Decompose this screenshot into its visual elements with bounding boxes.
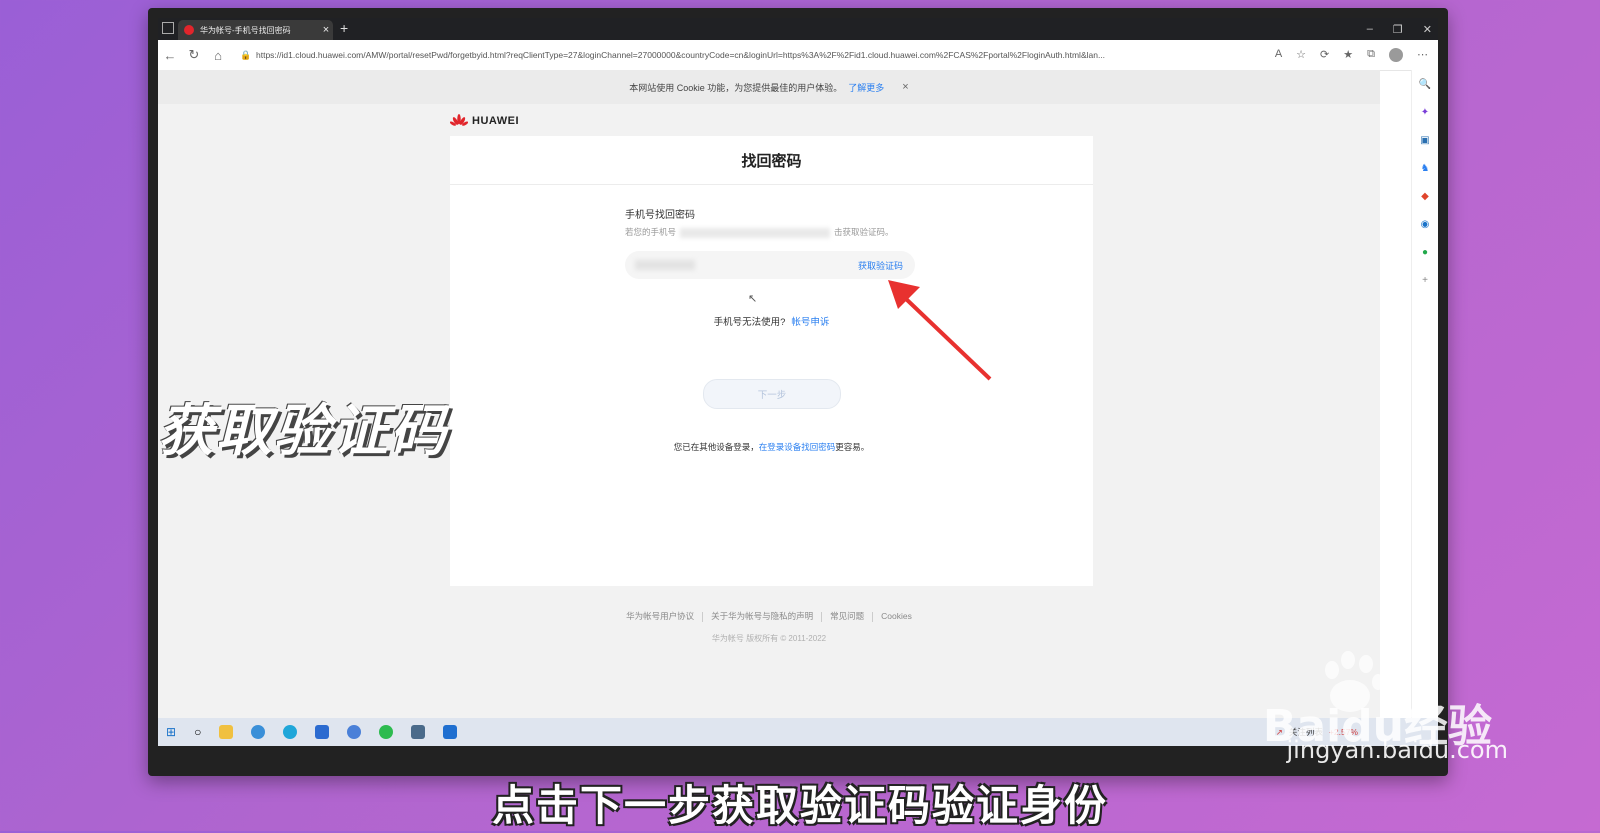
window-controls: – ❐ ✕ (1367, 18, 1432, 40)
red-arrow-annotation (888, 280, 992, 381)
divider (872, 611, 874, 622)
huawei-logo: HUAWEI (450, 114, 519, 128)
footer-link-faq[interactable]: 常见问题 (830, 611, 864, 621)
other-device-suffix: 更容易。 (835, 442, 870, 452)
taskbar: ⊞ ○ ↗ 关注列表 +2.57% (158, 718, 1438, 746)
screen: 华为帐号-手机号找回密码 × + – ❐ ✕ ← ↻ ⌂ 🔒 https://i… (158, 18, 1438, 746)
footer-link-privacy[interactable]: 关于华为帐号与隐私的声明 (711, 611, 813, 621)
tab-close-icon[interactable]: × (319, 24, 333, 36)
edge-sidebar: 🔍 ✦ ▣ ♞ ◆ ◉ ● + (1411, 70, 1438, 718)
toolbox-icon[interactable]: ▣ (1412, 126, 1438, 154)
section-description: 若您的手机号 击获取验证码。 (625, 226, 894, 238)
huawei-petal-icon (450, 114, 468, 126)
footer-links: 华为帐号用户协议 关于华为帐号与隐私的声明 常见问题 Cookies (158, 610, 1380, 622)
add-icon[interactable]: + (1412, 266, 1438, 294)
tab-active[interactable]: 华为帐号-手机号找回密码 × (178, 20, 333, 40)
search-icon[interactable]: 🔍 (1412, 70, 1438, 98)
more-icon[interactable]: ⋯ (1417, 48, 1428, 62)
tab-bar: 华为帐号-手机号找回密码 × + – ❐ ✕ (158, 18, 1438, 40)
taskbar-icons: ⊞ ○ (166, 725, 458, 739)
next-button[interactable]: 下一步 (703, 379, 841, 409)
other-device-prefix: 您已在其他设备登录， (673, 442, 759, 452)
image-app-icon[interactable] (411, 725, 426, 739)
lock-icon: 🔒 (240, 50, 252, 60)
back-icon[interactable]: ← (158, 48, 182, 63)
blurred-text (680, 227, 831, 238)
read-aloud-icon[interactable]: A (1275, 48, 1282, 62)
folder-icon[interactable] (219, 725, 234, 739)
cookie-close-icon[interactable]: × (902, 81, 908, 93)
tab-title: 华为帐号-手机号找回密码 (200, 25, 291, 35)
account-appeal-link[interactable]: 帐号申诉 (791, 317, 829, 328)
cookie-text: 本网站使用 Cookie 功能，为您提供最佳的用户体验。 (629, 82, 843, 93)
bird-app-icon[interactable] (315, 725, 330, 739)
footer-link-agreement[interactable]: 华为帐号用户协议 (626, 611, 694, 621)
search-taskbar-icon[interactable]: ○ (194, 725, 201, 739)
collections-icon[interactable]: ⧉ (1367, 48, 1375, 62)
close-window-icon[interactable]: ✕ (1423, 23, 1432, 36)
verification-code-input[interactable]: 获取验证码 (625, 251, 915, 279)
office-icon[interactable]: ◆ (1412, 182, 1438, 210)
search-app-icon[interactable] (251, 725, 266, 739)
blurred-phone (635, 260, 695, 270)
other-device-link[interactable]: 在登录设备找回密码 (759, 442, 836, 452)
games-icon[interactable]: ♞ (1412, 154, 1438, 182)
cookie-banner: 本网站使用 Cookie 功能，为您提供最佳的用户体验。 了解更多 × (158, 70, 1380, 104)
outlook-icon[interactable]: ◉ (1412, 210, 1438, 238)
huawei-favicon-icon (184, 25, 194, 35)
section-title: 手机号找回密码 (625, 210, 695, 221)
new-tab-button[interactable]: + (340, 20, 348, 36)
sparkle-icon[interactable]: ✦ (1412, 98, 1438, 126)
profile-avatar[interactable] (1389, 48, 1403, 62)
url-text: https://id1.cloud.huawei.com/AMW/portal/… (256, 50, 1106, 60)
cannot-use-text: 手机号无法使用? (713, 317, 786, 328)
sync-icon[interactable]: ⟳ (1320, 48, 1329, 62)
sync-app-icon[interactable] (347, 725, 362, 739)
photos-app-icon[interactable] (443, 725, 458, 739)
other-device-hint: 您已在其他设备登录，在登录设备找回密码更容易。 (450, 441, 1093, 453)
overlay-title: 获取验证码 (158, 399, 448, 464)
restore-icon[interactable]: ❐ (1393, 23, 1403, 36)
divider (821, 611, 823, 622)
tab-actions-icon[interactable] (162, 22, 174, 34)
desc-suffix: 击获取验证码。 (834, 227, 894, 237)
cookie-learn-more-link[interactable]: 了解更多 (848, 81, 884, 94)
watermark-url: jingyan.baidu.com (1286, 736, 1508, 764)
huawei-logo-text: HUAWEI (472, 115, 519, 127)
favorites-icon[interactable]: ★ (1343, 48, 1353, 62)
get-code-link[interactable]: 获取验证码 (858, 259, 903, 272)
minimize-icon[interactable]: – (1367, 23, 1373, 35)
favorite-add-icon[interactable]: ☆ (1296, 48, 1306, 62)
divider (702, 611, 704, 622)
page-title: 找回密码 (450, 136, 1093, 185)
windows-start-icon[interactable]: ⊞ (166, 725, 176, 739)
address-bar: ← ↻ ⌂ 🔒 https://id1.cloud.huawei.com/AMW… (158, 40, 1438, 71)
circle-app-icon[interactable]: ● (1412, 238, 1438, 266)
desc-prefix: 若您的手机号 (625, 227, 677, 237)
footer-link-cookies[interactable]: Cookies (881, 611, 912, 621)
copyright-text: 华为帐号 版权所有 © 2011-2022 (711, 634, 827, 643)
url-field[interactable]: 🔒 https://id1.cloud.huawei.com/AMW/porta… (236, 45, 1269, 65)
edge-browser-icon[interactable] (283, 725, 298, 739)
wechat-icon[interactable] (379, 725, 394, 739)
mouse-cursor-icon: ↖ (748, 293, 758, 305)
browser-tools: A ☆ ⟳ ★ ⧉ ⋯ (1275, 48, 1428, 62)
video-subtitle: 点击下一步获取验证码验证身份 (491, 781, 1108, 830)
home-icon[interactable]: ⌂ (206, 48, 230, 63)
refresh-icon[interactable]: ↻ (182, 47, 206, 63)
